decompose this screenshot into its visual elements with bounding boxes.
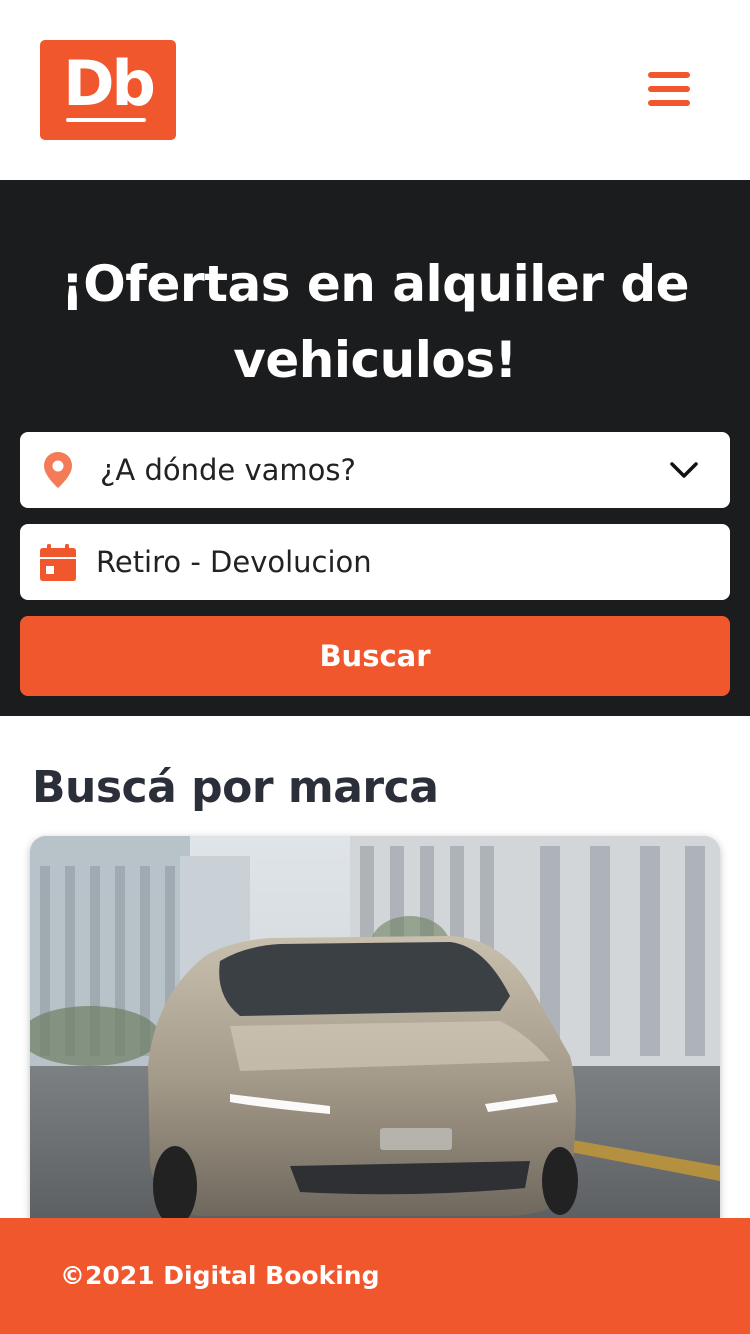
car-photo [30,836,720,1256]
dates-field[interactable]: Retiro - Devolucion [20,524,730,600]
dates-label: Retiro - Devolucion [96,545,372,579]
menu-bar [648,100,690,106]
logo[interactable]: Db [40,40,176,140]
menu-bar [648,86,690,92]
page: Db ¡Ofertas en alquiler de vehiculos! ¿A… [0,0,750,1334]
hamburger-menu-icon[interactable] [644,66,694,112]
brand-card[interactable] [30,836,720,1256]
top-header: Db [0,0,750,180]
footer-copyright: ©2021 Digital Booking [60,1261,380,1290]
search-button[interactable]: Buscar [20,616,730,696]
hero-search-section: ¡Ofertas en alquiler de vehiculos! ¿A dó… [0,180,750,716]
hero-title: ¡Ofertas en alquiler de vehiculos! [60,255,690,389]
footer: ©2021 Digital Booking [0,1218,750,1334]
calendar-icon [40,544,76,581]
chevron-down-icon[interactable] [668,456,700,484]
brands-section-title: Buscá por marca [32,762,439,813]
menu-bar [648,72,690,78]
location-select[interactable]: ¿A dónde vamos? [20,432,730,508]
logo-underline [66,118,146,122]
logo-text: Db [63,47,156,120]
location-pin-icon [44,452,72,488]
location-placeholder: ¿A dónde vamos? [100,453,356,487]
